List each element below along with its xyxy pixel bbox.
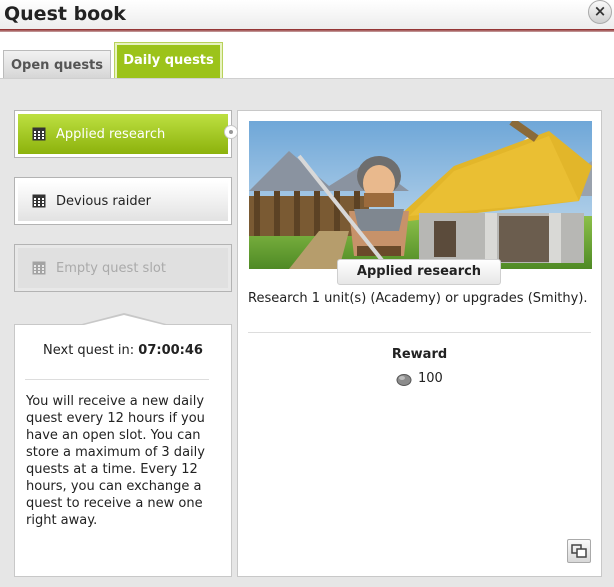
quest-slot-empty: Empty quest slot (14, 244, 232, 292)
calendar-icon (32, 194, 46, 208)
window-title-bar: Quest book × (0, 0, 614, 30)
daily-quest-info-box: Next quest in: 07:00:46 You will receive… (14, 324, 232, 577)
calendar-icon (32, 261, 46, 275)
reward-value: 100 (418, 371, 443, 386)
next-quest-label: Next quest in: (43, 343, 135, 358)
tab-open-quests[interactable]: Open quests (3, 50, 111, 78)
info-box-arrow-fill (80, 315, 168, 326)
quest-banner-image (249, 121, 592, 269)
resource-icon (396, 373, 412, 386)
next-quest-row: Next quest in: 07:00:46 (15, 343, 231, 358)
daily-quest-description: You will receive a new daily quest every… (26, 394, 205, 528)
close-icon[interactable]: × (588, 0, 612, 24)
divider (248, 332, 591, 333)
reward-heading: Reward (391, 347, 448, 362)
quest-detail-panel: Applied research Research 1 unit(s) (Aca… (237, 110, 602, 577)
selection-pointer (224, 125, 238, 139)
calendar-icon (32, 127, 46, 141)
next-quest-timer: 07:00:46 (138, 343, 203, 358)
quest-slot-label: Devious raider (56, 193, 151, 209)
reward-row: 100 (396, 371, 443, 386)
quest-description: Research 1 unit(s) (Academy) or upgrades… (248, 291, 588, 306)
divider (25, 379, 209, 380)
quest-title: Applied research (337, 259, 501, 285)
expand-button[interactable] (567, 539, 591, 563)
windows-icon (571, 544, 587, 558)
window-title: Quest book (4, 3, 126, 25)
quest-slot-label: Applied research (56, 126, 166, 142)
quest-slot-devious-raider[interactable]: Devious raider (14, 177, 232, 225)
quest-title-badge: Applied research (337, 259, 501, 285)
quest-slot-label: Empty quest slot (56, 260, 166, 276)
tab-daily-quests[interactable]: Daily quests (115, 43, 222, 78)
quest-slot-applied-research[interactable]: Applied research (14, 110, 232, 158)
